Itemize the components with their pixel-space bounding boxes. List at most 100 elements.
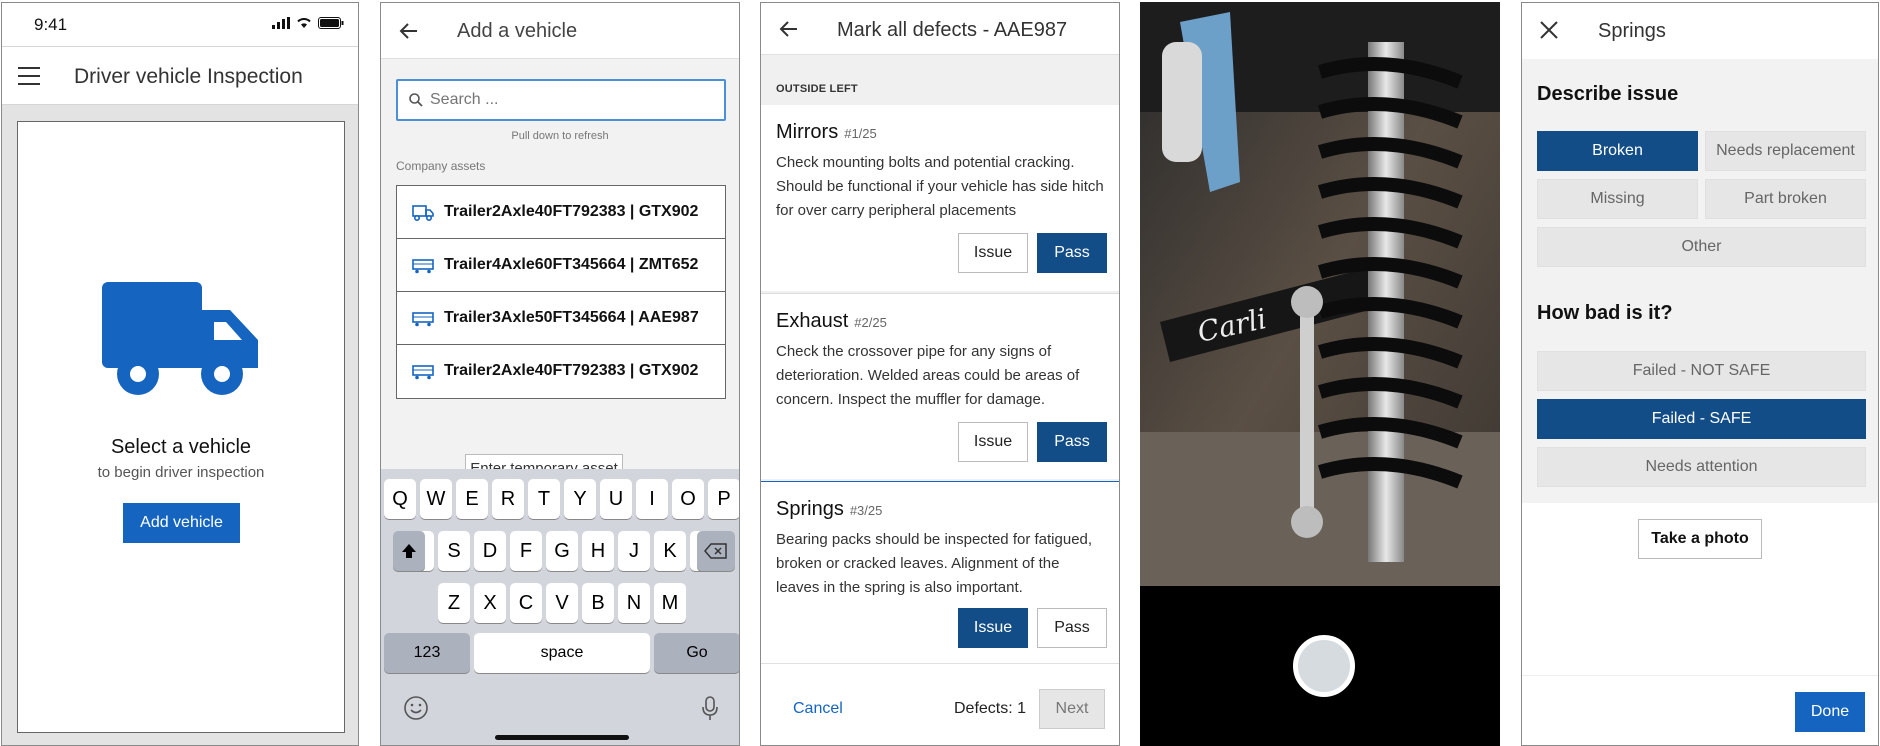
asset-label: Trailer4Axle60FT345664 | ZMT652 <box>444 256 699 273</box>
numbers-key[interactable]: 123 <box>384 633 470 673</box>
select-vehicle-subtitle: to begin driver inspection <box>97 464 265 481</box>
select-vehicle-title: Select a vehicle <box>110 436 252 458</box>
key-g[interactable]: G <box>546 531 578 571</box>
search-input[interactable] <box>430 91 710 109</box>
wifi-icon <box>297 18 311 28</box>
cancel-button[interactable]: Cancel <box>793 700 843 718</box>
battery-icon <box>318 17 344 29</box>
pass-button[interactable]: Pass <box>1037 233 1107 273</box>
defect-name: Mirrors <box>776 121 839 143</box>
key-i[interactable]: I <box>636 479 668 519</box>
defect-number: #3/25 <box>849 503 883 518</box>
shutter-button[interactable] <box>1293 635 1355 697</box>
key-s[interactable]: S <box>438 531 470 571</box>
backspace-key[interactable] <box>697 531 735 571</box>
key-h[interactable]: H <box>582 531 614 571</box>
pull-to-refresh-hint: Pull down to refresh <box>511 130 609 142</box>
microphone-icon[interactable] <box>701 695 719 721</box>
pass-button[interactable]: Pass <box>1037 422 1107 462</box>
key-z[interactable]: Z <box>438 583 470 623</box>
key-v[interactable]: V <box>546 583 578 623</box>
page-title: Add a vehicle <box>457 20 578 42</box>
back-arrow-icon[interactable] <box>397 19 421 43</box>
back-arrow-icon[interactable] <box>777 17 801 41</box>
home-indicator <box>495 735 629 740</box>
shift-key[interactable] <box>393 531 425 571</box>
issue-button[interactable]: Issue <box>958 608 1028 648</box>
empty-state-card: Select a vehicle to begin driver inspect… <box>17 121 345 733</box>
take-photo-button[interactable]: Take a photo <box>1638 519 1762 559</box>
key-q[interactable]: Q <box>384 479 416 519</box>
trailer-icon <box>412 259 434 274</box>
done-button[interactable]: Done <box>1795 692 1865 732</box>
option-broken[interactable]: Broken <box>1537 131 1698 171</box>
defect-description: Check the crossover pipe for any signs o… <box>776 343 1080 408</box>
add-vehicle-button[interactable]: Add vehicle <box>123 503 240 543</box>
option-other[interactable]: Other <box>1537 227 1866 267</box>
issue-button[interactable]: Issue <box>958 422 1028 462</box>
key-e[interactable]: E <box>456 479 488 519</box>
key-n[interactable]: N <box>618 583 650 623</box>
section-label: OUTSIDE LEFT <box>776 83 858 95</box>
key-k[interactable]: K <box>654 531 686 571</box>
camera-screen: Carli <box>1140 2 1500 746</box>
key-c[interactable]: C <box>510 583 542 623</box>
key-b[interactable]: B <box>582 583 614 623</box>
asset-label: Trailer2Axle40FT792383 | GTX902 <box>444 362 699 379</box>
issue-button[interactable]: Issue <box>958 233 1028 273</box>
key-t[interactable]: T <box>528 479 560 519</box>
option-part-broken[interactable]: Part broken <box>1705 179 1866 219</box>
asset-item[interactable]: Trailer2Axle40FT792383 | GTX902 <box>396 185 726 240</box>
defects-count: Defects: 1 <box>954 700 1027 717</box>
asset-item[interactable]: Trailer4Axle60FT345664 | ZMT652 <box>396 238 726 293</box>
defect-heading: Springs #3/25 <box>776 498 882 521</box>
mark-defects-screen: Mark all defects - AAE987 OUTSIDE LEFT M… <box>760 2 1120 746</box>
menu-icon[interactable] <box>18 67 40 85</box>
backspace-icon <box>704 543 727 559</box>
search-field[interactable] <box>396 79 726 121</box>
option-failed-not-safe[interactable]: Failed - NOT SAFE <box>1537 351 1866 391</box>
pass-button[interactable]: Pass <box>1037 608 1107 648</box>
key-u[interactable]: U <box>600 479 632 519</box>
key-y[interactable]: Y <box>564 479 596 519</box>
key-f[interactable]: F <box>510 531 542 571</box>
key-m[interactable]: M <box>654 583 686 623</box>
option-needs-attention[interactable]: Needs attention <box>1537 447 1866 487</box>
truck-icon <box>102 282 258 395</box>
describe-issue-heading: Describe issue <box>1537 83 1679 105</box>
close-icon[interactable] <box>1538 19 1560 41</box>
next-button[interactable]: Next <box>1039 689 1105 729</box>
defect-name: Springs <box>776 498 844 520</box>
option-needs-replacement[interactable]: Needs replacement <box>1705 131 1866 171</box>
status-icons <box>272 17 344 29</box>
search-icon <box>409 93 423 107</box>
trailer-icon <box>412 365 434 380</box>
assets-section-label: Company assets <box>396 159 486 173</box>
add-vehicle-screen: Add a vehicle Pull down to refresh Compa… <box>380 2 740 746</box>
option-failed-safe[interactable]: Failed - SAFE <box>1537 399 1866 439</box>
key-o[interactable]: O <box>672 479 704 519</box>
key-p[interactable]: P <box>708 479 739 519</box>
option-missing[interactable]: Missing <box>1537 179 1698 219</box>
key-w[interactable]: W <box>420 479 452 519</box>
asset-item[interactable]: Trailer3Axle50FT345664 | AAE987 <box>396 291 726 346</box>
asset-item[interactable]: Trailer2Axle40FT792383 | GTX902 <box>396 344 726 399</box>
emoji-icon[interactable] <box>403 695 429 721</box>
key-j[interactable]: J <box>618 531 650 571</box>
key-x[interactable]: X <box>474 583 506 623</box>
app-header: Springs <box>1522 3 1878 59</box>
space-key[interactable]: space <box>474 633 650 673</box>
page-title: Springs <box>1598 20 1666 42</box>
go-key[interactable]: Go <box>654 633 739 673</box>
asset-label: Trailer2Axle40FT792383 | GTX902 <box>444 203 699 220</box>
defect-number: #2/25 <box>854 315 887 330</box>
key-d[interactable]: D <box>474 531 506 571</box>
status-bar: 9:41 <box>2 3 358 47</box>
page-title: Mark all defects - AAE987 <box>837 19 1068 41</box>
status-time: 9:41 <box>34 15 68 34</box>
springs-issue-screen: Springs Describe issue Broken Needs repl… <box>1521 2 1879 746</box>
defect-card-springs: Springs #3/25 Bearing packs should be ins… <box>761 481 1119 667</box>
page-title: Driver vehicle Inspection <box>74 65 303 88</box>
key-r[interactable]: R <box>492 479 524 519</box>
defect-number: #1/25 <box>844 126 877 141</box>
